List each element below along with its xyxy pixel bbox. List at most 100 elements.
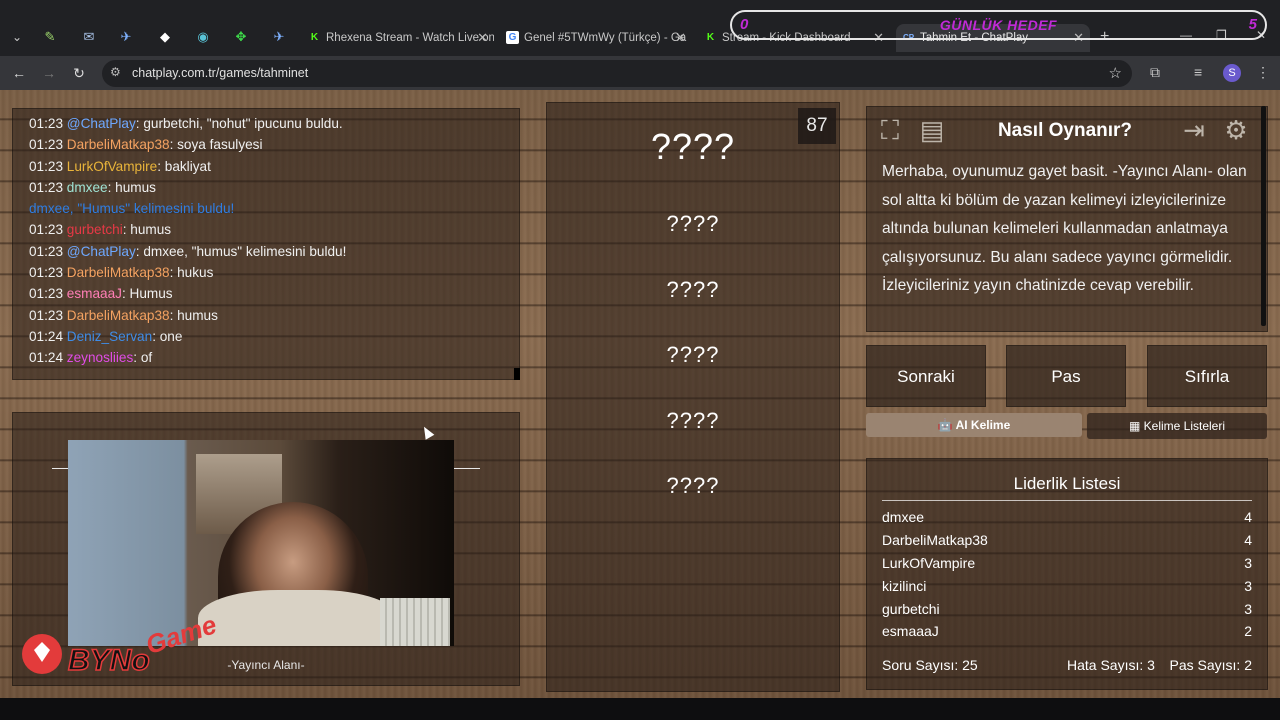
chat-timestamp: 01:24 [29,350,67,366]
browser-tab[interactable]: K Rhexena Stream - Watch Live on ✕ [302,24,494,52]
menu-kebab-icon[interactable]: ⋮ [1256,64,1270,81]
browser-tab[interactable]: G Genel #5TWmWy (Türkçe) - Ga ✕ [500,24,692,52]
words-panel [546,102,840,692]
chat-timestamp: 01:23 [29,137,67,153]
chat-timestamp: 01:24 [29,328,67,344]
chat-text: : humus [122,222,172,238]
notes-icon[interactable]: ▤ [913,112,951,148]
question-count: Soru Sayısı: 25 [882,657,978,673]
chat-message: 01:23 DarbeliMatkap38: soya fasulyesi [29,134,503,155]
pinned-tab-icon[interactable]: ✎ [37,26,63,48]
chat-text: : of [133,350,153,366]
extensions-icon[interactable]: ⧉ [1150,64,1160,81]
chat-message: 01:23 @ChatPlay: gurbetchi, "nohut" ipuc… [29,113,503,134]
forbidden-word: ???? [666,342,720,367]
chat-text: : dmxee, "humus" kelimesini buldu! [135,243,347,259]
forbidden-word: ???? [666,211,720,236]
daily-goal-overlay: 0 GÜNLÜK HEDEF 5 [730,10,1267,40]
profile-avatar[interactable]: S [1223,64,1241,82]
pinned-tab-icon[interactable]: ✥ [228,26,254,48]
chat-timestamp: 01:23 [29,307,67,323]
close-tab-icon[interactable]: ✕ [675,24,686,52]
chat-username[interactable]: dmxee [67,180,108,195]
scrollbar[interactable] [1261,106,1266,326]
word-lists-button[interactable]: ▦ Kelime Listeleri [1087,413,1267,439]
kick-icon: K [706,32,715,43]
site-info-icon[interactable]: ⚙ [110,65,121,79]
media-control-icon[interactable]: ≡ [1194,64,1202,80]
chat-message: 01:23 dmxee: humus [29,177,503,198]
pinned-tab-icon[interactable]: ✈ [266,26,292,48]
chat-timestamp: 01:23 [29,243,67,259]
chat-text: : hukus [169,265,214,281]
tab-search-icon[interactable]: ⌄ [8,28,26,46]
leaderboard-row: kizilinci 3 [882,578,1252,594]
kick-icon: K [310,32,319,43]
browser-toolbar: ← → ↻ ⚙ chatplay.com.tr/games/tahminet ☆… [0,56,1280,90]
how-to-play-text: Merhaba, oyunumuz gayet basit. -Yayıncı … [882,163,1247,295]
chat-text: dmxee, "Humus" kelimesini buldu! [29,201,235,217]
chat-username[interactable]: gurbetchi [67,222,123,237]
forward-icon[interactable]: → [40,64,58,82]
chat-username[interactable]: @ChatPlay [67,244,136,259]
chat-username[interactable]: @ChatPlay [67,116,136,131]
divider [52,468,68,469]
goal-current: 0 [740,16,749,33]
chat-timestamp: 01:23 [29,222,67,238]
chat-message: 01:24 Deniz_Servan: one [29,326,503,347]
chat-timestamp: 01:23 [29,286,67,302]
pinned-tab-icon[interactable]: ◆ [152,26,178,48]
chat-text: : one [152,328,183,344]
chat-username[interactable]: DarbeliMatkap38 [67,137,170,152]
chat-text: : bakliyat [157,158,211,174]
reset-button[interactable]: Sıfırla [1147,345,1267,407]
pass-button[interactable]: Pas [1006,345,1126,407]
chat-username[interactable]: DarbeliMatkap38 [67,265,170,280]
chat-username[interactable]: zeynosliies [67,350,134,365]
reload-icon[interactable]: ↻ [70,64,88,82]
chat-scroll-marker [514,368,520,380]
chat-system-message: dmxee, "Humus" kelimesini buldu! [29,198,503,219]
chat-message: 01:23 @ChatPlay: dmxee, "humus" kelimesi… [29,241,503,262]
chat-timestamp: 01:23 [29,179,67,195]
chat-username[interactable]: esmaaaJ [67,286,122,301]
forbidden-word: ???? [666,473,720,498]
bookmark-star-icon[interactable]: ☆ [1109,64,1122,82]
back-icon[interactable]: ← [10,64,28,82]
fullscreen-icon[interactable]: ⛶ [871,112,909,148]
close-tab-icon[interactable]: ✕ [477,24,488,52]
settings-gear-icon[interactable]: ⚙ [1217,112,1255,148]
url-text: chatplay.com.tr/games/tahminet [132,66,309,80]
leaderboard-row: LurkOfVampire 3 [882,555,1252,571]
forbidden-word: ???? [666,277,720,302]
chat-text: : Humus [121,286,173,302]
chat-message: 01:23 esmaaaJ: Humus [29,283,503,304]
leaderboard-row: gurbetchi 3 [882,601,1252,617]
chat-panel: 01:23 @ChatPlay: gurbetchi, "nohut" ipuc… [12,108,520,380]
g-icon: G [506,31,519,44]
chat-timestamp: 01:23 [29,265,67,281]
chat-username[interactable]: LurkOfVampire [67,159,157,174]
pinned-tab-icon[interactable]: ◉ [190,26,216,48]
target-word: ???? [650,126,736,167]
chat-username[interactable]: Deniz_Servan [67,329,152,344]
pinned-tab-icon[interactable]: ✉ [76,26,102,48]
chat-text: : soya fasulyesi [169,137,263,153]
address-bar[interactable]: ⚙ chatplay.com.tr/games/tahminet ☆ [102,60,1132,87]
chat-message: 01:23 gurbetchi: humus [29,219,503,240]
chat-message: 01:23 DarbeliMatkap38: hukus [29,262,503,283]
goal-title: GÜNLÜK HEDEF [939,17,1058,33]
ai-word-button[interactable]: 🤖 AI Kelime [866,413,1082,437]
leaderboard-row: esmaaaJ 2 [882,623,1252,639]
exit-icon[interactable]: ⇥ [1175,112,1213,148]
pinned-tab-icon[interactable]: ✈ [113,26,139,48]
goal-target: 5 [1248,16,1257,33]
chat-username[interactable]: DarbeliMatkap38 [67,308,170,323]
chat-timestamp: 01:23 [29,116,67,131]
streamer-area-caption: -Yayıncı Alanı- [227,658,305,672]
chat-message: 01:24 zeynosliies: of [29,347,503,368]
chat-message: 01:23 DarbeliMatkap38: humus [29,305,503,326]
leaderboard-row: dmxee 4 [882,509,1252,525]
next-button[interactable]: Sonraki [866,345,986,407]
chat-message: 01:23 LurkOfVampire: bakliyat [29,156,503,177]
